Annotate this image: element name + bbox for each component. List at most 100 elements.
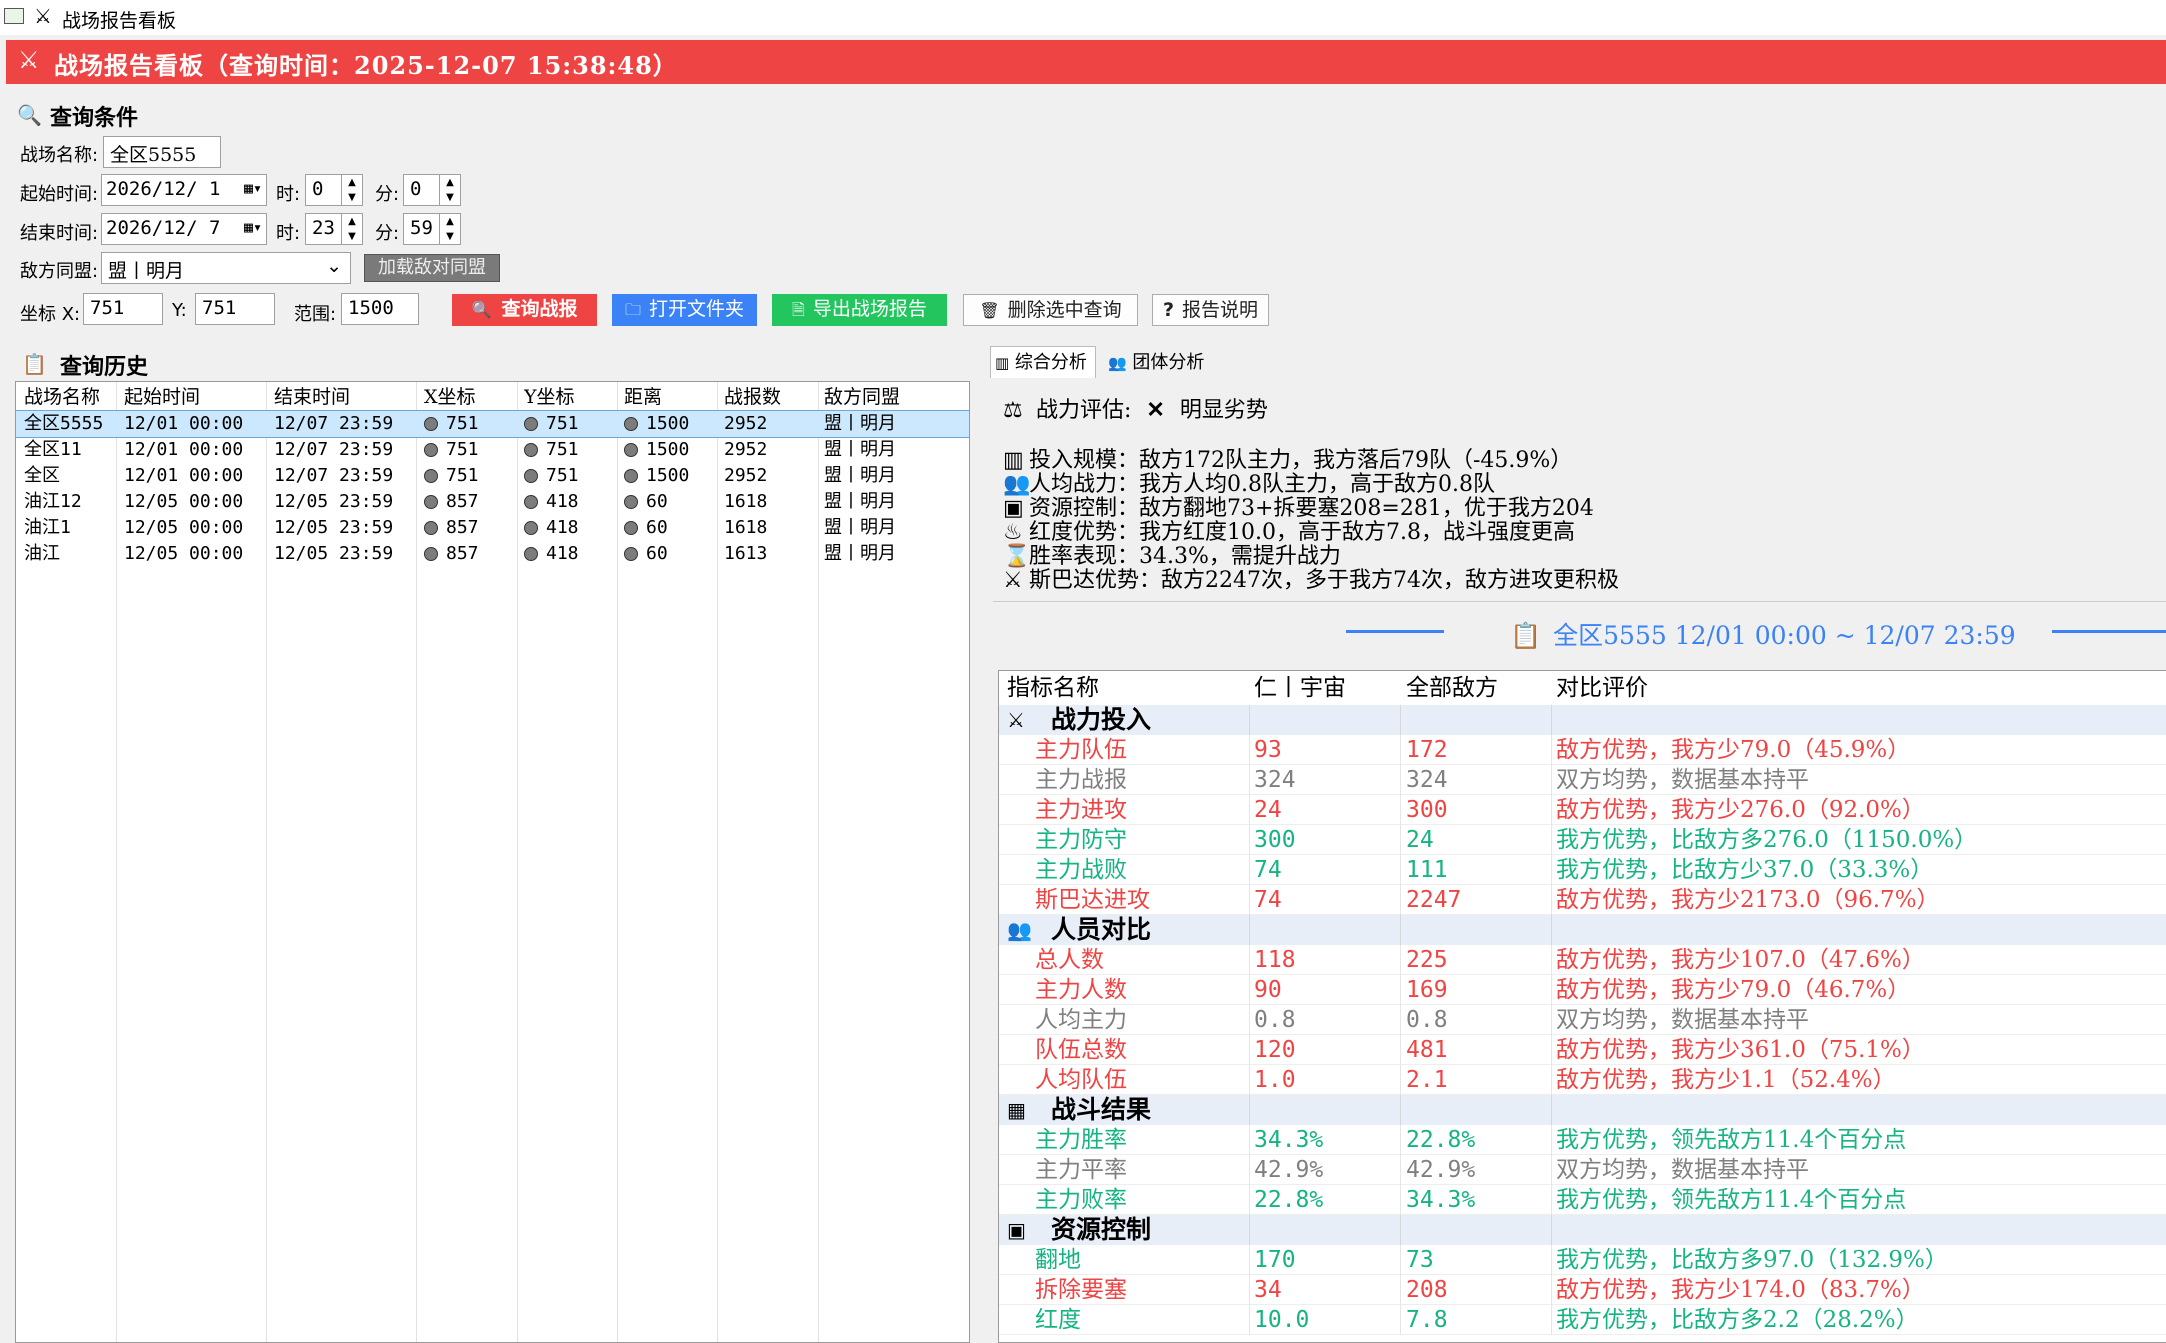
metric-row[interactable]: 主力败率 22.8% 34.3% 我方优势，领先敌方11.4个百分点 [999,1185,2166,1215]
column-header[interactable]: 指标名称 [1007,671,1099,705]
load-enemy-alliance-button[interactable]: 加载敌对同盟 [364,254,500,282]
calendar-icon[interactable]: ▦▾ [244,179,262,197]
tab-overall-label[interactable]: ▥ 综合分析 [995,348,1087,378]
x-coord-input[interactable]: 751 [83,293,163,325]
column-header[interactable]: 敌方同盟 [824,384,900,410]
enemy-alliance-select[interactable]: 盟丨明月 ⌄ [101,252,351,284]
query-report-button[interactable]: 🔍 查询战报 [452,294,597,326]
table-row[interactable]: 全区5555 12/01 00:00 12/07 23:59 751 751 1500 29… [16,410,969,438]
table-row[interactable]: 全区11 12/01 00:00 12/07 23:59 751 751 1500 2952… [16,437,969,463]
table-row[interactable]: 油江12 12/05 00:00 12/05 23:59 857 418 60 1618 盟丨… [16,489,969,515]
metric-row[interactable]: 斯巴达进攻 74 2247 敌方优势，我方少2173.0（96.7%） [999,885,2166,915]
metric-row[interactable]: 总人数 118 225 敌方优势，我方少107.0（47.6%） [999,945,2166,975]
start-min-input[interactable]: 0 [403,174,441,206]
metrics-table[interactable]: 指标名称 仁丨宇宙 全部敌方 对比评价 ⚔ 战力投入 主力队伍 93 172 敌方优势，我… [998,670,2166,1343]
metric-row[interactable]: 主力平率 42.9% 42.9% 双方均势，数据基本持平 [999,1155,2166,1185]
metric-row[interactable]: 队伍总数 120 481 敌方优势，我方少361.0（75.1%） [999,1035,2166,1065]
table-row[interactable]: 油江 12/05 00:00 12/05 23:59 857 418 60 1613 盟丨明月 [16,541,969,567]
table-row[interactable]: 油江1 12/05 00:00 12/05 23:59 857 418 60 1618 盟丨明… [16,515,969,541]
end-min-input[interactable]: 59 [403,213,441,245]
group-title: 战斗结果 [1051,1095,1152,1124]
column-header[interactable]: 对比评价 [1556,671,1648,705]
column-divider [1400,885,1401,915]
end-hour-input[interactable]: 23 [305,213,343,245]
open-folder-button[interactable]: 🗀 打开文件夹 [612,294,757,326]
calendar-icon[interactable]: ▦▾ [244,218,262,236]
column-header[interactable]: 仁丨宇宙 [1254,671,1346,705]
metric-row[interactable]: 主力队伍 93 172 敌方优势，我方少79.0（45.9%） [999,735,2166,765]
y-coord-input[interactable]: 751 [195,293,275,325]
end-min-spinner[interactable]: ▲ ▼ [439,213,461,245]
history-cell: 全区 [24,463,60,489]
scale-icon: ⚖ [1003,398,1023,423]
history-table[interactable]: 战场名称 起始时间 结束时间 X坐标 Y坐标 距离 战报数 敌方同盟 全区555… [15,381,970,1343]
history-cell: 751 [524,411,579,437]
cell-text: 751 [546,465,579,486]
question-icon: ? [1162,299,1174,321]
column-divider [1400,1275,1401,1305]
metric-name: 主力防守 [1035,827,1127,853]
end-date-value: 2026/12/ 7 [106,217,221,239]
metric-row[interactable]: 人均队伍 1.0 2.1 敌方优势，我方少1.1（52.4%） [999,1065,2166,1095]
group-row[interactable]: 👥 人员对比 [999,915,2166,945]
cell-text: 1618 [724,517,768,538]
cell-text: 751 [546,413,579,434]
metric-eval: 双方均势，数据基本持平 [1556,1157,1809,1183]
group-row[interactable]: ▣ 资源控制 [999,1215,2166,1245]
start-min-spinner[interactable]: ▲ ▼ [439,174,461,206]
column-header[interactable]: 全部敌方 [1406,671,1498,705]
metric-us: 324 [1254,767,1296,793]
history-cell: 2952 [724,437,767,463]
tab-team[interactable]: 👥 团体分析 [1108,348,1204,378]
metric-eval: 敌方优势，我方少2173.0（96.7%） [1556,887,1940,913]
metric-name: 人均主力 [1035,1007,1127,1033]
start-date-picker[interactable]: 2026/12/ 1 ▦▾ [101,174,267,206]
metric-them: 324 [1406,767,1448,793]
start-hour-input[interactable]: 0 [305,174,343,206]
metric-row[interactable]: 翻地 170 73 我方优势，比敌方多97.0（132.9%） [999,1245,2166,1275]
metric-them: 0.8 [1406,1007,1448,1033]
column-header[interactable]: 战报数 [724,384,781,410]
history-cell: 1500 [624,437,689,463]
metric-row[interactable]: 主力战报 324 324 双方均势，数据基本持平 [999,765,2166,795]
column-header[interactable]: Y坐标 [524,384,575,410]
cell-text: 751 [446,413,479,434]
table-row[interactable]: 全区 12/01 00:00 12/07 23:59 751 751 1500 2952 盟丨… [16,463,969,489]
metric-them: 2.1 [1406,1067,1448,1093]
group-row[interactable]: ▦ 战斗结果 [999,1095,2166,1125]
metric-row[interactable]: 主力进攻 24 300 敌方优势，我方少276.0（92.0%） [999,795,2166,825]
clipboard-icon: 📋 [1510,621,1542,650]
end-date-picker[interactable]: 2026/12/ 7 ▦▾ [101,213,267,245]
history-cell: 12/05 00:00 [124,515,243,541]
column-divider [1551,1185,1552,1215]
metric-row[interactable]: 拆除要塞 34 208 敌方优势，我方少174.0（83.7%） [999,1275,2166,1305]
column-divider [1400,1095,1401,1125]
history-cell: 60 [624,541,668,567]
metric-row[interactable]: 人均主力 0.8 0.8 双方均势，数据基本持平 [999,1005,2166,1035]
column-divider [1551,915,1552,945]
column-header[interactable]: 结束时间 [274,384,350,410]
start-hour-spinner[interactable]: ▲ ▼ [341,174,363,206]
delete-query-button[interactable]: 🗑 删除选中查询 [963,294,1138,326]
metric-row[interactable]: 红度 10.0 7.8 我方优势，比敌方多2.2（28.2%） [999,1305,2166,1335]
column-header[interactable]: 起始时间 [124,384,200,410]
group-row[interactable]: ⚔ 战力投入 [999,705,2166,735]
metric-row[interactable]: 主力防守 300 24 我方优势，比敌方多276.0（1150.0%） [999,825,2166,855]
range-input[interactable]: 1500 [341,293,419,325]
column-header[interactable]: 战场名称 [24,384,100,410]
history-cell: 2952 [724,411,767,437]
column-divider [1249,1155,1250,1185]
column-header[interactable]: X坐标 [424,384,476,410]
column-header[interactable]: 距离 [624,384,662,410]
metric-row[interactable]: 主力战败 74 111 我方优势，比敌方少37.0（33.3%） [999,855,2166,885]
column-divider [1249,825,1250,855]
metric-row[interactable]: 主力胜率 34.3% 22.8% 我方优势，领先敌方11.4个百分点 [999,1125,2166,1155]
end-hour-spinner[interactable]: ▲ ▼ [341,213,363,245]
battlefield-input[interactable]: 全区5555 [103,136,221,168]
metric-row[interactable]: 主力人数 90 169 敌方优势，我方少79.0（46.7%） [999,975,2166,1005]
metric-them: 24 [1406,827,1434,853]
metric-name: 斯巴达进攻 [1035,887,1150,913]
report-help-button[interactable]: ? 报告说明 [1152,294,1269,326]
column-divider [1551,765,1552,795]
export-report-button[interactable]: 🗎 导出战场报告 [772,294,947,326]
